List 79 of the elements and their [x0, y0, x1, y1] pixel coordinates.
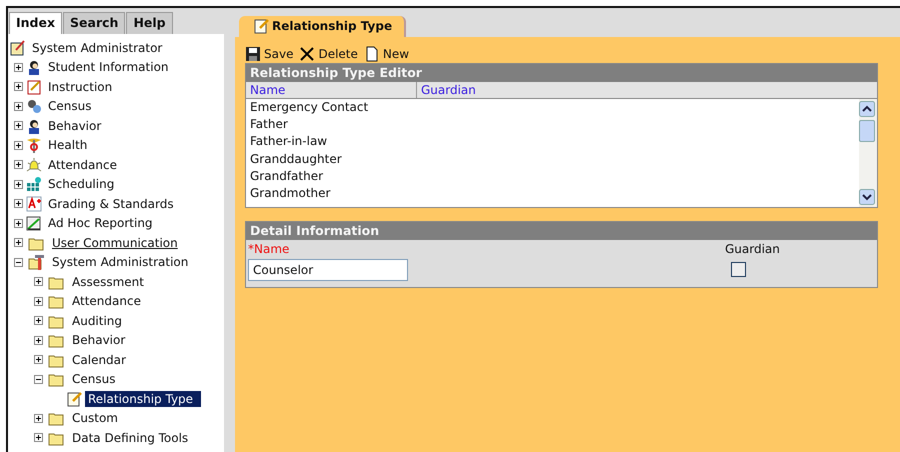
tree-item[interactable]: Scheduling	[45, 176, 118, 192]
nav-tab[interactable]: Help	[126, 12, 173, 34]
expand-icon[interactable]	[14, 82, 23, 92]
tree-item[interactable]: Student Information	[45, 59, 172, 76]
tree-item[interactable]: Data Defining Tools	[69, 430, 192, 446]
tree-item[interactable]: User Communication	[49, 234, 181, 251]
panel-title: Relationship Type Editor	[246, 64, 877, 82]
tree-item[interactable]: Ad Hoc Reporting	[45, 215, 156, 232]
expand-icon[interactable]	[14, 102, 23, 111]
expand-icon[interactable]	[34, 433, 43, 442]
panel-title: Detail Information	[246, 222, 877, 240]
grade-icon	[26, 196, 42, 212]
person-icon	[26, 59, 42, 76]
list-item[interactable]: Grandfather	[246, 168, 859, 186]
tree-item[interactable]: Census	[45, 98, 94, 114]
tree-item[interactable]: Behavior	[45, 118, 104, 134]
tree-item[interactable]: Custom	[69, 410, 121, 426]
column-header[interactable]: Guardian	[417, 82, 480, 98]
tree-item[interactable]: Behavior	[69, 332, 128, 348]
tree-item[interactable]: Assessment	[69, 274, 147, 290]
scroll-up-icon[interactable]	[859, 101, 875, 117]
nav-tab[interactable]: Search	[63, 12, 126, 34]
new-button[interactable]: New	[364, 45, 410, 63]
delete-button[interactable]: Delete	[299, 45, 358, 63]
expand-icon[interactable]	[34, 355, 43, 364]
notepad-icon	[253, 18, 269, 34]
list-item[interactable]: Emergency Contact	[246, 100, 859, 118]
tree-item[interactable]: Grading & Standards	[45, 196, 177, 212]
collapse-icon[interactable]	[14, 258, 23, 267]
list-item[interactable]: Granddaughter	[246, 152, 859, 169]
folder-tools-icon	[26, 254, 46, 270]
expand-icon[interactable]	[34, 296, 43, 306]
expand-icon[interactable]	[14, 121, 23, 130]
tree-item[interactable]: Calendar	[69, 352, 129, 368]
nav-tab[interactable]: Index	[9, 12, 62, 34]
tree-item[interactable]: Relationship Type	[85, 390, 202, 407]
collapse-icon[interactable]	[34, 374, 43, 384]
clipboard-icon	[10, 40, 26, 56]
tree-root[interactable]: System Administrator	[29, 40, 166, 56]
blocks-icon	[26, 176, 42, 192]
expand-icon[interactable]	[14, 199, 23, 208]
list-item[interactable]: Father-in-law	[246, 134, 859, 152]
expand-icon[interactable]	[14, 238, 23, 248]
expand-icon[interactable]	[14, 62, 23, 72]
expand-icon[interactable]	[14, 218, 23, 228]
chart-icon	[26, 215, 42, 232]
field-label: *Name	[248, 242, 290, 256]
name-field[interactable]: Counselor	[248, 259, 408, 281]
field-label: Guardian	[725, 242, 781, 256]
scroll-down-icon[interactable]	[859, 189, 875, 205]
person-icon	[26, 118, 42, 134]
guardian-checkbox[interactable]	[731, 262, 746, 277]
expand-icon[interactable]	[14, 180, 23, 189]
page-tab[interactable]: Relationship Type	[239, 16, 406, 37]
bell-icon	[26, 156, 42, 173]
expand-icon[interactable]	[34, 316, 43, 326]
scroll-thumb[interactable]	[859, 120, 875, 142]
delete-icon	[299, 46, 316, 62]
expand-icon[interactable]	[34, 414, 43, 423]
list-item[interactable]: Father	[246, 117, 859, 134]
tree-item[interactable]: Attendance	[69, 293, 144, 310]
expand-icon[interactable]	[14, 160, 23, 170]
expand-icon[interactable]	[14, 140, 23, 150]
tree-item[interactable]: Auditing	[69, 312, 126, 329]
column-header[interactable]: Name	[246, 82, 417, 98]
tree-item[interactable]: Census	[69, 371, 118, 388]
tree-item[interactable]: Health	[45, 137, 90, 154]
tree-item[interactable]: Instruction	[45, 78, 116, 95]
caduceus-icon	[26, 137, 42, 154]
save-icon	[245, 46, 261, 62]
notepad-icon	[66, 390, 82, 407]
tree-item[interactable]: Attendance	[45, 156, 120, 173]
expand-icon[interactable]	[34, 336, 43, 345]
tree-item[interactable]: System Administration	[49, 254, 192, 270]
list-item[interactable]: Grandmother	[246, 186, 859, 204]
notebook-icon	[26, 78, 42, 95]
expand-icon[interactable]	[34, 277, 43, 286]
save-button[interactable]: Save	[245, 45, 294, 63]
people-icon	[26, 98, 42, 114]
